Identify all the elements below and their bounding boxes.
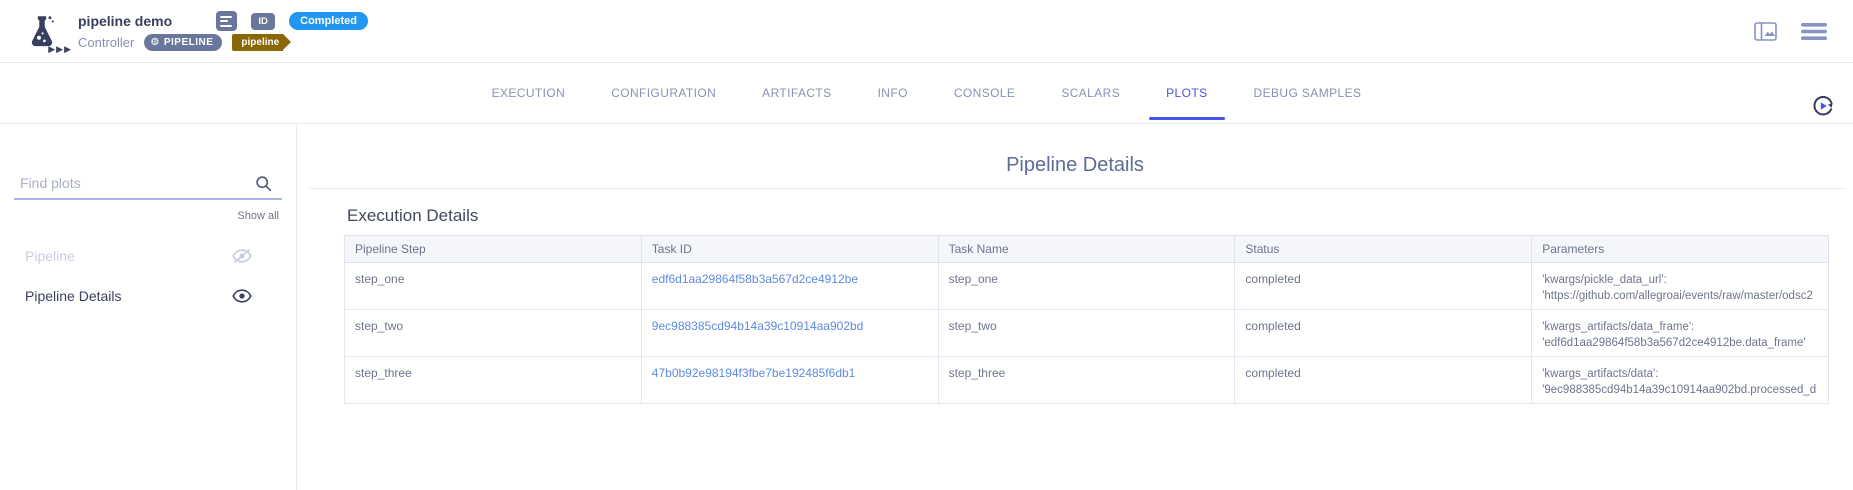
tab-plots[interactable]: PLOTS: [1166, 63, 1207, 123]
plots-sidebar: Show all Pipeline Pipeline Details: [0, 124, 297, 490]
tab-configuration[interactable]: CONFIGURATION: [611, 63, 716, 123]
refresh-icon[interactable]: [1811, 94, 1835, 118]
execution-details-heading: Execution Details: [347, 206, 1853, 226]
cell-pipeline-step: step_two: [345, 310, 642, 357]
eye-icon[interactable]: [232, 288, 252, 304]
cell-parameters: 'kwargs_artifacts/data': '9ec988385cd94b…: [1532, 357, 1829, 404]
table-header-row: Pipeline Step Task ID Task Name Status P…: [345, 236, 1829, 263]
status-badge: Completed: [289, 12, 368, 30]
hamburger-menu-icon[interactable]: [1801, 22, 1827, 41]
table-row: step_one edf6d1aa29864f58b3a567d2ce4912b…: [345, 263, 1829, 310]
column-header-task-name: Task Name: [938, 236, 1235, 263]
cell-task-name: step_one: [938, 263, 1235, 310]
tab-info[interactable]: INFO: [878, 63, 908, 123]
cell-task-id: 9ec988385cd94b14a39c10914aa902bd: [641, 310, 938, 357]
cell-status: completed: [1235, 310, 1532, 357]
show-all-row: Show all: [0, 200, 296, 222]
cell-status: completed: [1235, 357, 1532, 404]
details-panel-icon[interactable]: [1754, 22, 1777, 41]
cell-task-name: step_three: [938, 357, 1235, 404]
user-tag-pipeline[interactable]: pipeline: [232, 34, 283, 51]
table-row: step_three 47b0b92e98194f3fbe7be192485f6…: [345, 357, 1829, 404]
experiment-subtitle: Controller: [78, 35, 134, 50]
execution-details-table: Pipeline Step Task ID Task Name Status P…: [344, 235, 1829, 404]
tab-execution[interactable]: EXECUTION: [492, 63, 566, 123]
table-row: step_two 9ec988385cd94b14a39c10914aa902b…: [345, 310, 1829, 357]
plot-list-item-pipeline-details[interactable]: Pipeline Details: [0, 276, 296, 316]
search-icon[interactable]: [255, 175, 272, 192]
experiment-type-icon: ▶▶▶: [6, 13, 78, 49]
eye-off-icon[interactable]: [232, 248, 252, 264]
cell-status: completed: [1235, 263, 1532, 310]
task-id-link[interactable]: 9ec988385cd94b14a39c10914aa902bd: [652, 319, 864, 333]
task-id-link[interactable]: edf6d1aa29864f58b3a567d2ce4912be: [652, 272, 858, 286]
id-badge[interactable]: ID: [251, 13, 275, 30]
plot-list: Pipeline Pipeline Details: [0, 236, 296, 316]
cell-task-name: step_two: [938, 310, 1235, 357]
cell-parameters: 'kwargs/pickle_data_url': 'https://githu…: [1532, 263, 1829, 310]
column-header-task-id: Task ID: [641, 236, 938, 263]
plots-main-area: Pipeline Details Execution Details Pipel…: [297, 124, 1853, 490]
plot-group-title: Pipeline Details: [297, 154, 1853, 177]
column-header-pipeline-step: Pipeline Step: [345, 236, 642, 263]
cell-task-id: 47b0b92e98194f3fbe7be192485f6db1: [641, 357, 938, 404]
tab-console[interactable]: CONSOLE: [954, 63, 1015, 123]
column-header-parameters: Parameters: [1532, 236, 1829, 263]
tab-bar: EXECUTION CONFIGURATION ARTIFACTS INFO C…: [0, 62, 1853, 124]
column-header-status: Status: [1235, 236, 1532, 263]
show-all-link[interactable]: Show all: [237, 210, 279, 222]
task-id-link[interactable]: 47b0b92e98194f3fbe7be192485f6db1: [652, 366, 856, 380]
cell-parameters: 'kwargs_artifacts/data_frame': 'edf6d1aa…: [1532, 310, 1829, 357]
plot-list-item-pipeline[interactable]: Pipeline: [0, 236, 296, 276]
tab-artifacts[interactable]: ARTIFACTS: [762, 63, 831, 123]
cell-task-id: edf6d1aa29864f58b3a567d2ce4912be: [641, 263, 938, 310]
gear-icon: ⚙: [150, 38, 159, 48]
pipeline-arrows-icon: ▶▶▶: [48, 44, 72, 55]
experiment-title: pipeline demo: [78, 13, 172, 29]
system-tag-pipeline: ⚙ PIPELINE: [144, 34, 222, 51]
description-icon[interactable]: [216, 11, 237, 31]
tab-debug-samples[interactable]: DEBUG SAMPLES: [1254, 63, 1362, 123]
cell-pipeline-step: step_one: [345, 263, 642, 310]
app-header: ▶▶▶ pipeline demo ID Completed Controlle…: [0, 0, 1853, 62]
title-divider: [309, 188, 1845, 189]
cell-pipeline-step: step_three: [345, 357, 642, 404]
search-input[interactable]: [14, 174, 255, 192]
tab-scalars[interactable]: SCALARS: [1061, 63, 1120, 123]
plot-search: [14, 174, 282, 200]
